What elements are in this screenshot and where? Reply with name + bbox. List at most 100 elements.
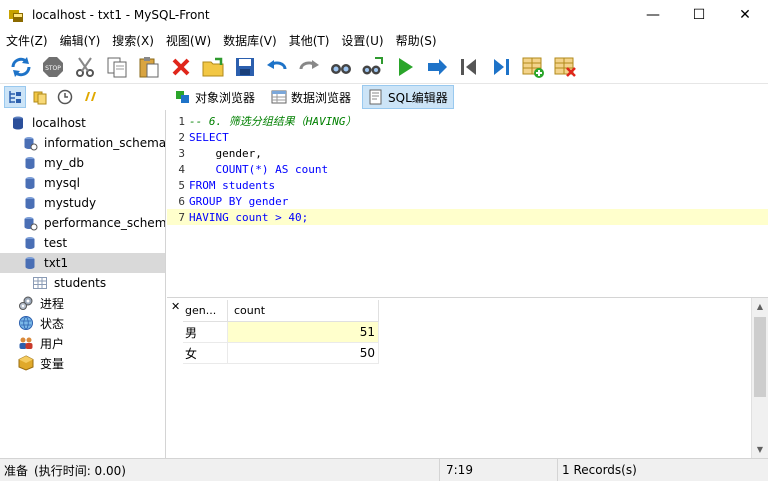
navigator-tree: localhost information_schema my_db mysql…: [0, 110, 166, 458]
status-icon: [18, 315, 34, 331]
tree-item-label: mystudy: [44, 196, 97, 210]
tree-item-label: 变量: [40, 356, 65, 371]
tab-sql-editor[interactable]: SQL编辑器: [362, 85, 454, 109]
menu-help[interactable]: 帮助(S): [390, 32, 443, 49]
bookmarks-icon[interactable]: [29, 86, 51, 108]
tree-item-variables[interactable]: 变量: [0, 353, 165, 373]
table-icon: [32, 275, 48, 291]
database-icon: [22, 255, 38, 271]
menu-edit[interactable]: 编辑(Y): [54, 32, 107, 49]
close-results-button[interactable]: ✕: [171, 300, 180, 313]
status-records: 1 Records(s): [562, 463, 637, 477]
column-header-gender[interactable]: gen...: [183, 299, 228, 322]
scroll-up-icon[interactable]: ▲: [752, 298, 768, 315]
table-row[interactable]: 女 50: [183, 343, 379, 364]
tab-sql-editor-label: SQL编辑器: [388, 90, 448, 105]
tree-item-localhost[interactable]: localhost: [0, 113, 165, 133]
refresh-icon[interactable]: [6, 52, 36, 82]
code-text: GROUP BY gender: [189, 194, 289, 208]
menu-search[interactable]: 搜索(X): [106, 32, 160, 49]
history-icon[interactable]: [54, 86, 76, 108]
tree-item-mysql[interactable]: mysql: [0, 173, 165, 193]
code-line: 2 SELECT: [167, 129, 768, 145]
tab-object-browser[interactable]: 对象浏览器: [170, 85, 260, 109]
menu-view[interactable]: 视图(W): [160, 32, 217, 49]
cell-count[interactable]: 51: [228, 322, 379, 343]
find-icon[interactable]: [326, 52, 356, 82]
close-button[interactable]: ✕: [722, 0, 768, 30]
maximize-button[interactable]: ☐: [676, 0, 722, 30]
save-icon[interactable]: [230, 52, 260, 82]
code-line: 1 -- 6. 筛选分组结果（HAVING）: [167, 113, 768, 129]
line-number: 2: [178, 130, 185, 144]
copy-icon[interactable]: [102, 52, 132, 82]
tree-item-students[interactable]: students: [0, 273, 165, 293]
status-exec-time: (执行时间: 0.00): [34, 463, 126, 478]
paste-icon[interactable]: [134, 52, 164, 82]
open-icon[interactable]: [198, 52, 228, 82]
column-header-count[interactable]: count: [228, 299, 379, 322]
system-db-icon: [22, 135, 38, 151]
sql-editor[interactable]: 1 -- 6. 筛选分组结果（HAVING） 2 SELECT 3 gender…: [167, 110, 768, 298]
redo-icon[interactable]: [294, 52, 324, 82]
cell-count[interactable]: 50: [228, 343, 379, 364]
code-line: 5 FROM students: [167, 177, 768, 193]
menu-file[interactable]: 文件(Z): [0, 32, 54, 49]
insert-row-icon[interactable]: [518, 52, 548, 82]
tree-item-label: 状态: [40, 316, 65, 331]
code-text: HAVING count > 40;: [189, 210, 309, 224]
delete-row-icon[interactable]: [550, 52, 580, 82]
line-number: 7: [178, 210, 185, 224]
tree-item-test[interactable]: test: [0, 233, 165, 253]
tree-item-label: 用户: [40, 336, 65, 351]
cut-icon[interactable]: [70, 52, 100, 82]
scrollbar-thumb[interactable]: [754, 317, 766, 397]
stop-icon[interactable]: STOP: [38, 52, 68, 82]
tree-item-information-schema[interactable]: information_schema: [0, 133, 165, 153]
tree-item-label: mysql: [44, 176, 80, 190]
tree-view-icon[interactable]: [4, 86, 26, 108]
tree-item-label: test: [44, 236, 68, 250]
run-to-cursor-icon[interactable]: [422, 52, 452, 82]
tree-item-mystudy[interactable]: mystudy: [0, 193, 165, 213]
replace-icon[interactable]: [358, 52, 388, 82]
system-db-icon: [22, 215, 38, 231]
line-number: 5: [178, 178, 185, 192]
menu-settings[interactable]: 设置(U): [335, 32, 389, 49]
tab-object-browser-label: 对象浏览器: [195, 90, 256, 105]
last-icon[interactable]: [486, 52, 516, 82]
run-icon[interactable]: [390, 52, 420, 82]
tree-item-processes[interactable]: 进程: [0, 293, 165, 313]
database-icon: [22, 175, 38, 191]
status-cursor-position: 7:19: [440, 458, 558, 481]
status-ready: 准备: [4, 463, 29, 478]
menu-database[interactable]: 数据库(V): [217, 32, 283, 49]
code-text: COUNT(*) AS count: [189, 162, 329, 176]
undo-icon[interactable]: [262, 52, 292, 82]
tree-item-label: students: [54, 276, 107, 290]
tab-data-browser[interactable]: 数据浏览器: [266, 85, 356, 109]
first-icon[interactable]: [454, 52, 484, 82]
cell-gender[interactable]: 男: [183, 322, 228, 343]
scroll-down-icon[interactable]: ▼: [752, 441, 768, 458]
tree-item-label: my_db: [44, 156, 85, 170]
cell-gender[interactable]: 女: [183, 343, 228, 364]
tree-item-my-db[interactable]: my_db: [0, 153, 165, 173]
tree-item-users[interactable]: 用户: [0, 333, 165, 353]
code-line-current: 7 HAVING count > 40;: [167, 209, 768, 225]
processes-icon: [18, 295, 34, 311]
tree-item-status[interactable]: 状态: [0, 313, 165, 333]
line-number: 6: [178, 194, 185, 208]
code-text: SELECT: [189, 130, 229, 144]
grid-header: gen... count: [183, 299, 379, 322]
results-scrollbar[interactable]: ▲ ▼: [751, 298, 768, 458]
code-line: 6 GROUP BY gender: [167, 193, 768, 209]
tree-item-performance-schema[interactable]: performance_schema: [0, 213, 165, 233]
tree-item-txt1[interactable]: txt1: [0, 253, 165, 273]
table-row[interactable]: 男 51: [183, 322, 379, 343]
delete-icon[interactable]: [166, 52, 196, 82]
menu-other[interactable]: 其他(T): [283, 32, 336, 49]
minimize-button[interactable]: —: [630, 0, 676, 30]
menu-bar: 文件(Z) 编辑(Y) 搜索(X) 视图(W) 数据库(V) 其他(T) 设置(…: [0, 30, 768, 50]
sql-files-icon[interactable]: [79, 86, 101, 108]
